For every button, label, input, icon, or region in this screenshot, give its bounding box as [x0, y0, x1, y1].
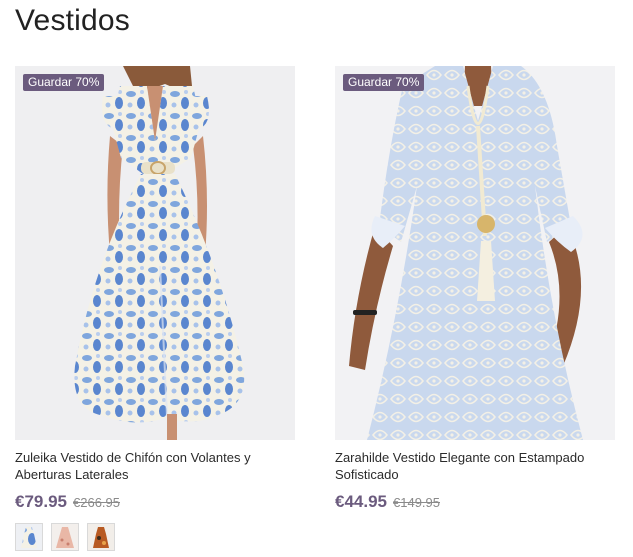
- swatch-orange-print[interactable]: [87, 523, 115, 551]
- original-price: €266.95: [73, 495, 120, 510]
- sale-price: €44.95: [335, 492, 387, 511]
- product-card[interactable]: Guardar 70% Zarahilde Vestido Elegante c…: [335, 66, 615, 512]
- pink-floral-swatch: [52, 524, 78, 550]
- product-image[interactable]: Guardar 70%: [15, 66, 295, 440]
- original-price: €149.95: [393, 495, 440, 510]
- sale-price: €79.95: [15, 492, 67, 511]
- blue-floral-swatch: [16, 524, 42, 550]
- product-card[interactable]: Guardar 70% Zuleika Vestido de Chifón co…: [15, 66, 295, 551]
- product-name[interactable]: Zuleika Vestido de Chifón con Volantes y…: [15, 449, 295, 483]
- orange-print-swatch: [88, 524, 114, 550]
- discount-badge: Guardar 70%: [23, 74, 105, 91]
- product-image[interactable]: Guardar 70%: [335, 66, 615, 440]
- color-swatches: [15, 523, 295, 551]
- page-title: Vestidos: [15, 4, 131, 37]
- swatch-pink-floral[interactable]: [51, 523, 79, 551]
- blue-paisley-midi-dress-image: [335, 66, 615, 440]
- blue-floral-maxi-dress-image: [15, 66, 295, 440]
- price-row: €44.95 €149.95: [335, 492, 615, 512]
- swatch-blue-floral[interactable]: [15, 523, 43, 551]
- product-name[interactable]: Zarahilde Vestido Elegante con Estampado…: [335, 449, 615, 483]
- price-row: €79.95 €266.95: [15, 492, 295, 512]
- discount-badge: Guardar 70%: [343, 74, 425, 91]
